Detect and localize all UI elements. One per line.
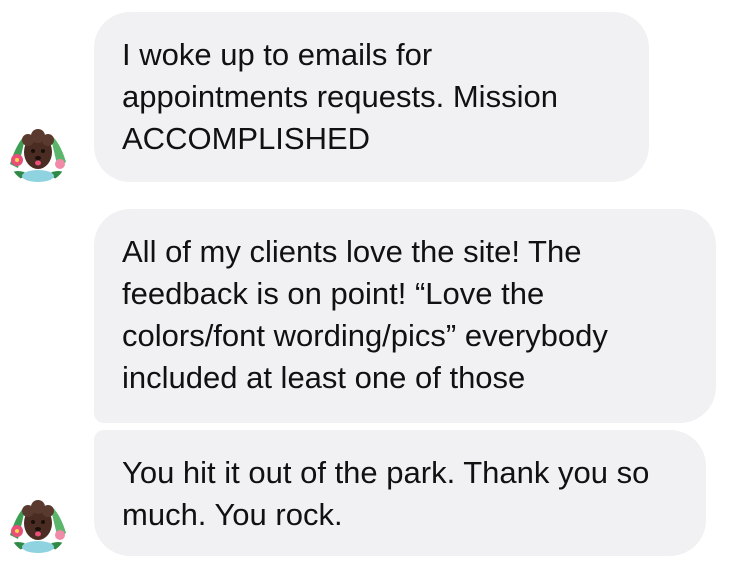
message-text-1: I woke up to emails for appointments req… — [122, 37, 558, 156]
message-text-3: You hit it out of the park. Thank you so… — [122, 455, 650, 532]
message-text-2: All of my clients love the site! The fee… — [122, 234, 608, 395]
poodle-avatar-icon — [8, 124, 68, 184]
message-bubble-1: I woke up to emails for appointments req… — [94, 12, 649, 182]
sender-avatar[interactable] — [8, 495, 68, 555]
message-bubble-3: You hit it out of the park. Thank you so… — [94, 430, 706, 556]
poodle-avatar-icon — [8, 495, 68, 555]
message-bubble-2: All of my clients love the site! The fee… — [94, 209, 716, 423]
sender-avatar[interactable] — [8, 124, 68, 184]
